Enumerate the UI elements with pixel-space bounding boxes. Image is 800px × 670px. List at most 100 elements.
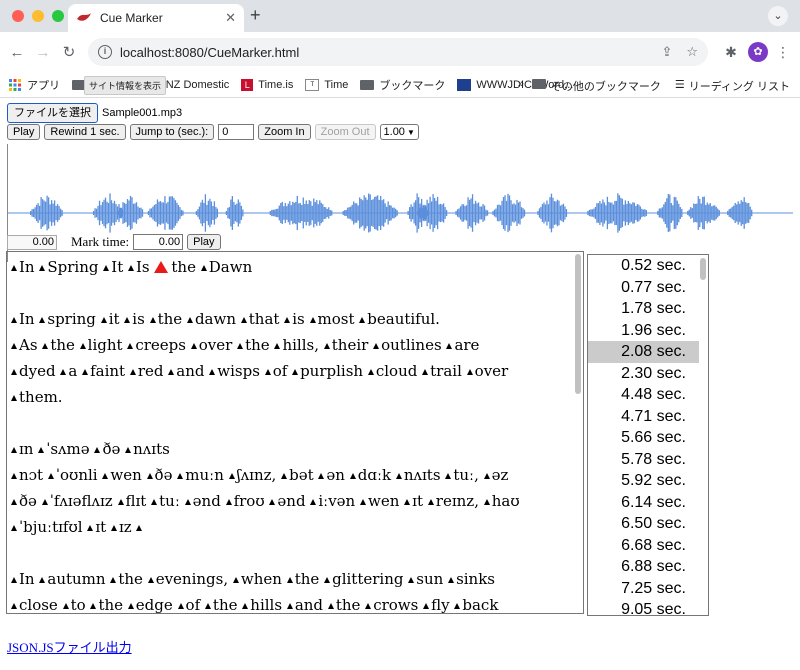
cue-marker-icon[interactable] <box>110 525 117 531</box>
cue-marker-icon[interactable] <box>349 473 356 479</box>
cue-marker-icon[interactable] <box>274 343 281 349</box>
zoom-out-button[interactable]: Zoom Out <box>314 124 376 140</box>
cue-marker-icon[interactable] <box>323 343 330 349</box>
cue-marker-icon[interactable] <box>446 343 453 349</box>
rewind-button[interactable]: Rewind 1 sec. <box>44 124 126 140</box>
cue-marker-icon[interactable] <box>483 473 490 479</box>
cue-marker-icon[interactable] <box>360 499 366 505</box>
cue-item[interactable]: 5.66 sec. <box>588 427 699 449</box>
cue-marker-icon[interactable] <box>281 473 288 479</box>
cue-marker-icon[interactable] <box>127 603 134 609</box>
cue-marker-icon[interactable] <box>454 603 461 609</box>
cue-marker-icon[interactable] <box>427 499 434 505</box>
cue-marker-icon[interactable] <box>62 603 69 609</box>
back-icon[interactable]: ← <box>6 44 28 61</box>
cue-marker-icon[interactable] <box>47 473 54 479</box>
play-button[interactable]: Play <box>7 124 41 140</box>
cue-marker-icon[interactable] <box>147 577 154 583</box>
cue-marker-icon[interactable] <box>11 265 17 271</box>
cue-item[interactable]: 4.48 sec. <box>588 384 699 406</box>
cue-marker-icon[interactable] <box>117 499 124 505</box>
cue-list-scrollbar[interactable] <box>700 258 706 280</box>
new-tab-icon[interactable]: + <box>250 5 261 26</box>
cue-marker-icon[interactable] <box>90 603 97 609</box>
cue-marker-icon[interactable] <box>149 317 156 323</box>
export-json-link[interactable]: JSON.JSファイル出力 <box>7 637 132 656</box>
cue-marker-icon[interactable] <box>269 499 276 505</box>
cue-marker-icon[interactable] <box>11 343 17 349</box>
cue-marker-icon[interactable] <box>79 343 86 349</box>
bookmark-nz-domestic[interactable]: NZ Domestic <box>166 79 230 91</box>
cue-marker-icon[interactable] <box>11 499 17 505</box>
cue-item[interactable]: 0.52 sec. <box>588 255 699 277</box>
cue-marker-icon[interactable] <box>94 447 101 453</box>
cue-marker-icon[interactable] <box>177 603 184 609</box>
cue-marker-icon[interactable] <box>82 369 89 375</box>
cue-marker-icon[interactable] <box>232 577 239 583</box>
cue-marker-icon[interactable] <box>11 447 17 453</box>
minimize-window-button[interactable] <box>32 10 44 22</box>
cue-marker-icon[interactable] <box>284 317 291 323</box>
cue-marker-icon[interactable] <box>200 265 207 271</box>
bookmark-apps[interactable]: アプリ <box>8 77 60 93</box>
cue-marker-icon[interactable] <box>60 369 67 375</box>
cue-marker-icon[interactable] <box>110 577 117 583</box>
cue-marker-icon[interactable] <box>11 525 17 531</box>
cue-marker-icon[interactable] <box>373 343 380 349</box>
cue-marker-icon[interactable] <box>11 603 17 609</box>
cue-marker-icon[interactable] <box>324 577 331 583</box>
bookmark-time[interactable]: T Time <box>305 78 348 91</box>
mark-play-button[interactable]: Play <box>187 234 221 250</box>
cue-marker-icon[interactable] <box>87 525 94 531</box>
speed-select[interactable]: 1.00 ▼ <box>379 124 419 140</box>
cue-marker-icon[interactable] <box>184 499 191 505</box>
cue-item[interactable]: 2.30 sec. <box>588 363 699 385</box>
cue-item[interactable]: 6.50 sec. <box>588 513 699 535</box>
cue-marker-icon[interactable] <box>242 603 249 609</box>
cue-marker-icon[interactable] <box>209 369 216 375</box>
cue-marker-icon[interactable] <box>168 369 175 375</box>
cue-marker-icon[interactable] <box>225 499 232 505</box>
cue-marker-icon[interactable] <box>310 499 317 505</box>
cue-marker-icon[interactable] <box>404 499 411 505</box>
cue-marker-icon[interactable] <box>38 447 45 453</box>
cue-item[interactable]: 0.77 sec. <box>588 277 699 299</box>
tab-search-icon[interactable]: ⌄ <box>768 6 788 26</box>
extensions-puzzle-icon[interactable]: ✱ <box>720 44 742 61</box>
zoom-in-button[interactable]: Zoom In <box>258 124 311 140</box>
cue-marker-icon[interactable] <box>327 603 334 609</box>
cue-list[interactable]: 0.52 sec. 0.77 sec. 1.78 sec. 1.96 sec. 2.08… <box>587 254 709 616</box>
cue-marker-icon[interactable] <box>128 265 134 271</box>
cue-marker-icon[interactable] <box>264 369 271 375</box>
cue-marker-icon[interactable] <box>204 603 211 609</box>
cue-marker-icon[interactable] <box>240 317 247 323</box>
cue-marker-icon[interactable] <box>359 317 366 323</box>
jump-seconds-input[interactable] <box>218 124 255 140</box>
jump-button[interactable]: Jump to (sec.): <box>129 124 215 140</box>
cue-marker-icon[interactable] <box>395 473 402 479</box>
reading-list[interactable]: リーディング リスト <box>689 78 790 94</box>
cue-marker-icon[interactable] <box>367 369 374 375</box>
forward-icon[interactable]: → <box>32 44 54 61</box>
cue-marker-icon[interactable] <box>318 473 325 479</box>
transcript-text-area[interactable]: In Spring It Is the Dawn In spring it is… <box>6 251 584 614</box>
cue-item[interactable]: 6.88 sec. <box>588 556 699 578</box>
cue-marker-icon[interactable] <box>448 577 455 583</box>
cue-marker-icon[interactable] <box>228 473 235 479</box>
cue-marker-icon[interactable] <box>136 525 143 531</box>
cue-marker-icon[interactable] <box>100 317 107 323</box>
cue-marker-icon[interactable] <box>292 369 299 375</box>
bookmark-folder-bookmarks[interactable]: ブックマーク <box>360 77 445 93</box>
mark-time-input[interactable] <box>133 234 184 250</box>
cue-marker-icon[interactable] <box>146 473 153 479</box>
cue-marker-icon[interactable] <box>286 603 293 609</box>
cue-item[interactable]: 2.08 sec. <box>588 341 699 363</box>
cue-marker-icon[interactable] <box>129 369 136 375</box>
cue-marker-icon[interactable] <box>309 317 316 323</box>
cue-marker-icon[interactable] <box>422 369 429 375</box>
menu-kebab-icon[interactable]: ⋮ <box>772 44 794 61</box>
cue-marker-icon[interactable] <box>41 499 48 505</box>
cue-item[interactable]: 6.14 sec. <box>588 492 699 514</box>
cue-marker-icon[interactable] <box>103 265 110 271</box>
cue-marker-icon[interactable] <box>177 473 184 479</box>
